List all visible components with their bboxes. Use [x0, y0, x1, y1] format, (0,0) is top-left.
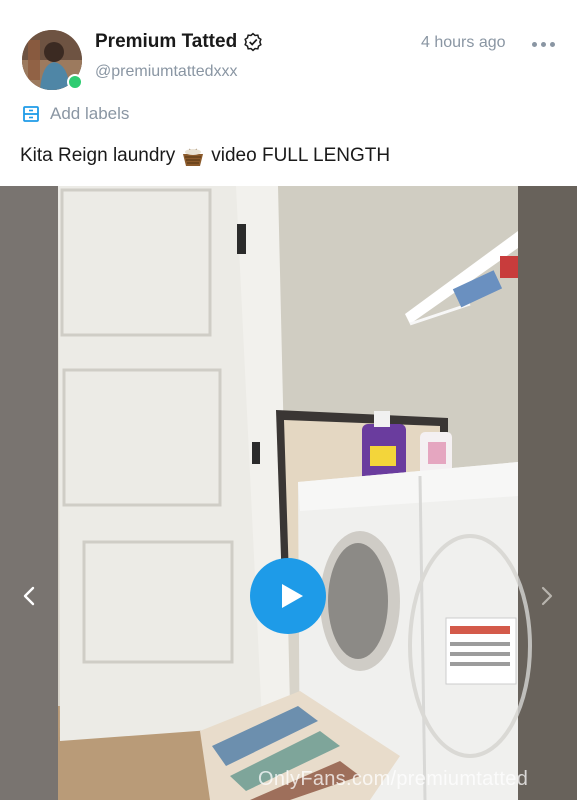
author-name[interactable]: Premium Tatted — [95, 31, 237, 53]
author-handle[interactable]: @premiumtattedxxx — [95, 63, 238, 81]
play-button[interactable] — [250, 558, 326, 634]
more-horizontal-icon[interactable] — [532, 36, 556, 52]
play-icon — [271, 581, 306, 611]
post-caption: Kita Reign laundry video FULL LENGTH — [20, 145, 390, 167]
add-labels-button[interactable]: Add labels — [22, 104, 129, 124]
verified-badge-icon — [243, 32, 263, 52]
media-right-gutter — [518, 186, 577, 800]
chevron-left-icon[interactable] — [18, 584, 42, 608]
post-header: Premium Tatted @premiumtattedxxx 4 hours… — [0, 0, 577, 186]
media-left-gutter — [0, 186, 58, 800]
chevron-right-icon[interactable] — [534, 584, 558, 608]
laundry-basket-emoji — [181, 145, 205, 167]
video-thumbnail-image — [0, 186, 577, 800]
author-row: Premium Tatted — [95, 31, 263, 53]
add-labels-label: Add labels — [50, 104, 130, 123]
video-media[interactable] — [0, 186, 577, 800]
caption-text-end: video FULL LENGTH — [211, 145, 391, 166]
watermark-text: OnlyFans.com/premiumtatted — [258, 768, 529, 790]
online-status-indicator — [67, 74, 83, 90]
label-icon — [22, 105, 40, 123]
caption-text-start: Kita Reign laundry — [20, 145, 176, 166]
post-timestamp: 4 hours ago — [421, 34, 506, 51]
